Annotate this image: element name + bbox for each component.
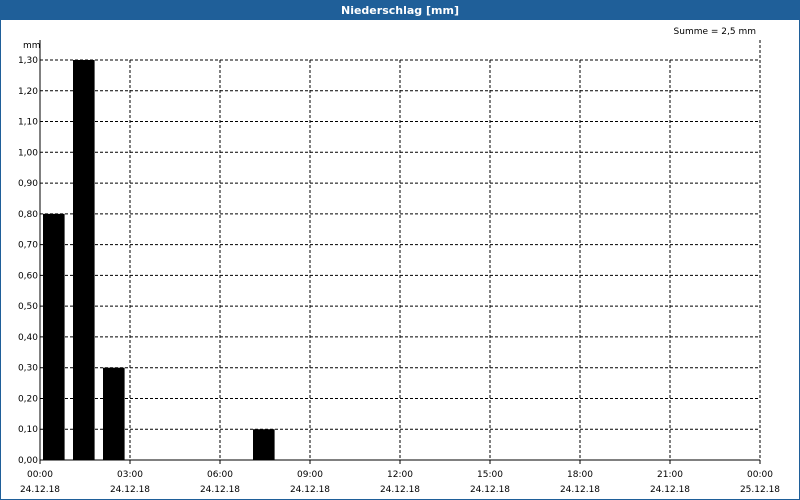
- x-tick-date: 24.12.18: [110, 485, 150, 495]
- y-tick-label: 0,10: [18, 425, 38, 435]
- x-tick-date: 24.12.18: [20, 485, 60, 495]
- y-tick-label: 0,60: [18, 271, 38, 281]
- y-tick-label: 0,80: [18, 210, 38, 220]
- bar: [253, 429, 275, 460]
- x-tick-time: 03:00: [117, 470, 143, 480]
- x-tick-date: 24.12.18: [380, 485, 420, 495]
- sum-annotation: Summe = 2,5 mm: [674, 27, 756, 37]
- x-tick-time: 06:00: [207, 470, 233, 480]
- y-tick-label: 0,40: [18, 333, 38, 343]
- y-tick-label: 1,00: [18, 148, 38, 158]
- bar: [43, 213, 65, 460]
- y-tick-label: 0,00: [18, 456, 38, 466]
- x-tick-time: 18:00: [567, 470, 593, 480]
- y-tick-label: 0,50: [18, 302, 38, 312]
- y-tick-label: 1,20: [18, 87, 38, 97]
- x-tick-time: 00:00: [747, 470, 773, 480]
- y-axis-label: mm: [23, 41, 41, 51]
- y-tick-label: 0,30: [18, 364, 38, 374]
- x-tick-time: 09:00: [297, 470, 323, 480]
- y-tick-label: 1,10: [18, 118, 38, 128]
- y-tick-label: 1,30: [18, 56, 38, 66]
- x-tick-date: 25.12.18: [740, 485, 780, 495]
- x-tick-time: 15:00: [477, 470, 503, 480]
- x-tick-date: 24.12.18: [650, 485, 690, 495]
- x-tick-date: 24.12.18: [560, 485, 600, 495]
- x-tick-time: 00:00: [27, 470, 53, 480]
- x-tick-date: 24.12.18: [470, 485, 510, 495]
- x-tick-time: 21:00: [657, 470, 683, 480]
- precipitation-chart: 0,00 0,10 0,20 0,30 0,40 0,50 0,60 0,70 0,80 0,90…: [18, 27, 780, 495]
- y-tick-label: 0,90: [18, 179, 38, 189]
- bar: [73, 60, 95, 460]
- x-tick-date: 24.12.18: [290, 485, 330, 495]
- x-tick-time: 12:00: [387, 470, 413, 480]
- y-tick-label: 0,70: [18, 241, 38, 251]
- y-tick-label: 0,20: [18, 394, 38, 404]
- x-tick-date: 24.12.18: [200, 485, 240, 495]
- bar: [103, 367, 125, 460]
